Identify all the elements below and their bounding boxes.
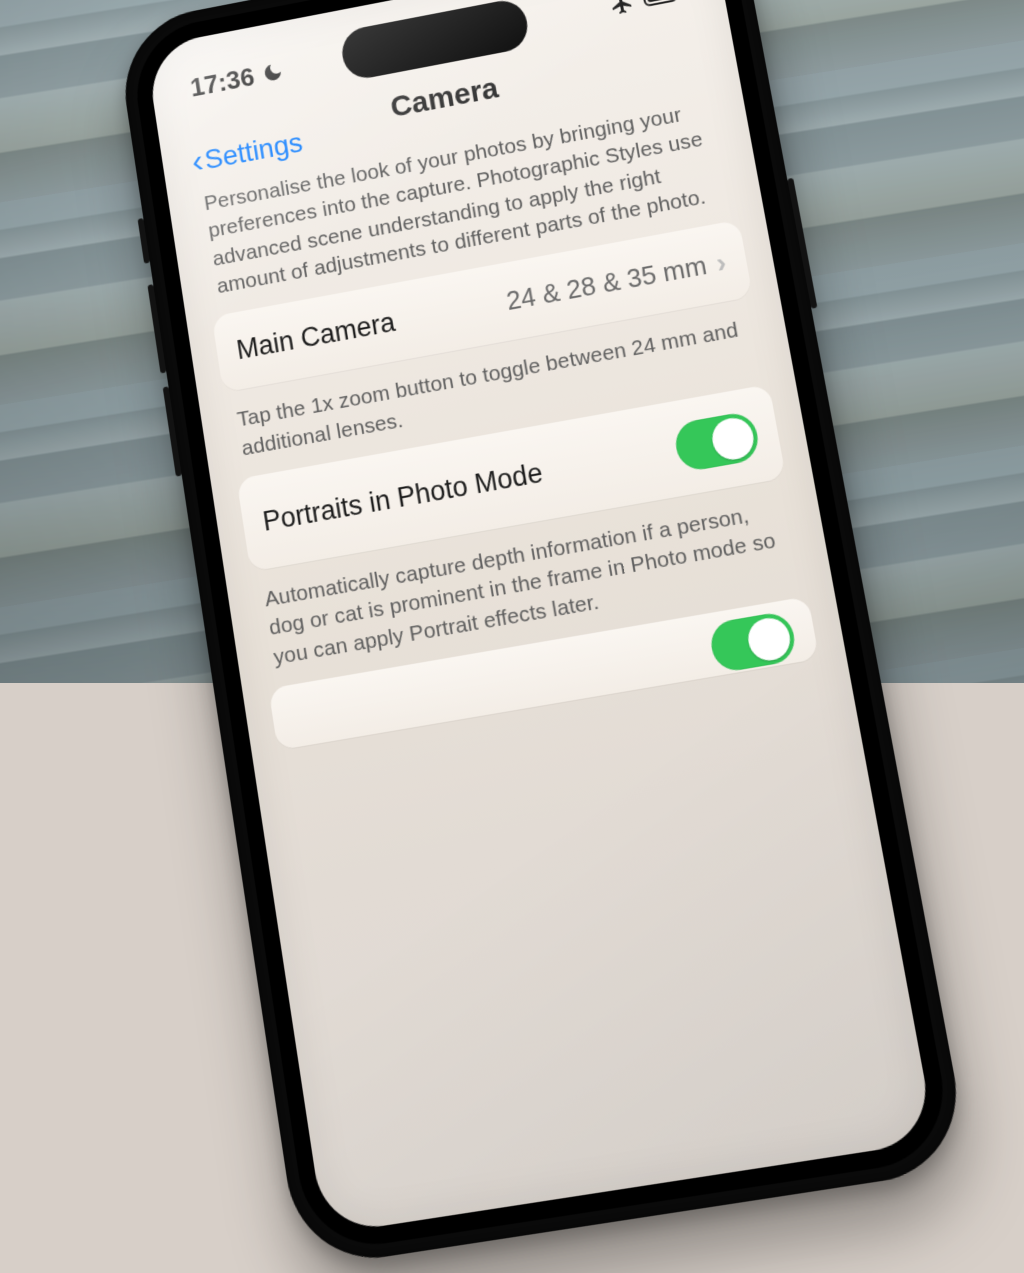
clock: 17:36 bbox=[188, 61, 256, 103]
phone-bezel: 17:36 bbox=[128, 0, 956, 1255]
main-camera-label: Main Camera bbox=[235, 307, 398, 367]
status-left: 17:36 bbox=[188, 56, 285, 103]
airplane-icon bbox=[608, 0, 636, 16]
mute-switch[interactable] bbox=[138, 218, 150, 264]
screen: 17:36 bbox=[145, 0, 936, 1235]
main-camera-value: 24 & 28 & 35 mm bbox=[504, 250, 709, 317]
perspective-stage: 17:36 bbox=[0, 0, 1024, 683]
main-camera-value-wrap: 24 & 28 & 35 mm › bbox=[504, 246, 729, 319]
chevron-right-icon: › bbox=[714, 247, 729, 281]
iphone-body: 17:36 bbox=[115, 0, 972, 1270]
volume-up-button[interactable] bbox=[147, 284, 166, 373]
status-right bbox=[608, 0, 685, 16]
moon-icon bbox=[260, 60, 284, 85]
page-title: Camera bbox=[388, 72, 500, 124]
battery-icon bbox=[641, 0, 684, 8]
volume-down-button[interactable] bbox=[163, 386, 182, 476]
settings-content[interactable]: Personalise the look of your photos by b… bbox=[192, 89, 821, 761]
portraits-toggle[interactable] bbox=[672, 410, 762, 473]
portraits-label: Portraits in Photo Mode bbox=[261, 457, 545, 538]
next-toggle-peek[interactable] bbox=[708, 610, 799, 674]
